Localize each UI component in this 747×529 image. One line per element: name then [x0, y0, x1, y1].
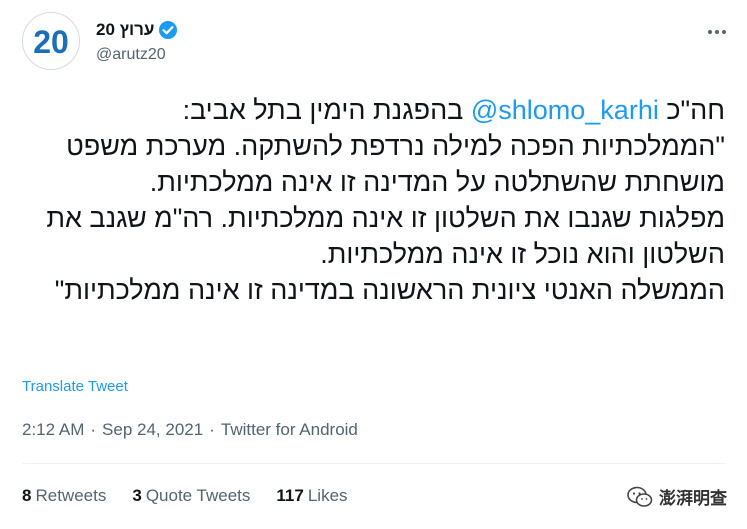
wechat-icon [627, 486, 653, 507]
watermark-text: 澎湃明查 [659, 489, 727, 508]
meta-separator: · [90, 420, 97, 439]
tweet-meta: 2:12 AM · Sep 24, 2021 · Twitter for And… [22, 420, 358, 440]
avatar[interactable]: 20 [22, 12, 80, 70]
display-name-row[interactable]: ערוץ 20 [96, 18, 178, 42]
avatar-text: 20 [33, 24, 69, 60]
tweet-line1-prefix: חה"כ [658, 95, 725, 125]
retweets-label: Retweets [35, 486, 107, 505]
likes-label: Likes [307, 486, 348, 505]
likes-stat[interactable]: 117 Likes [276, 486, 347, 506]
verified-badge-icon [159, 21, 178, 39]
tweet-line1-suffix: בהפגנת הימין בתל אביב: [182, 95, 471, 125]
quote-tweets-stat[interactable]: 3 Quote Tweets [132, 486, 250, 506]
quotes-label: Quote Tweets [145, 486, 251, 505]
retweets-stat[interactable]: 8 Retweets [22, 486, 106, 506]
tweet-time[interactable]: 2:12 AM [22, 420, 84, 440]
likes-count: 117 [276, 486, 304, 505]
divider [22, 463, 725, 464]
more-options-icon[interactable] [705, 20, 729, 44]
arutz20-logo-icon: 20 [33, 24, 69, 60]
mention-link[interactable]: @shlomo_karhi [471, 95, 659, 125]
tweet-source[interactable]: Twitter for Android [221, 420, 358, 440]
tweet-text: חה"כ @shlomo_karhi בהפגנת הימין בתל אביב… [22, 92, 725, 308]
tweet-header: 20 ערוץ 20 @arutz20 [22, 12, 729, 72]
tweet-date[interactable]: Sep 24, 2021 [102, 420, 203, 440]
translate-tweet-link[interactable]: Translate Tweet [22, 378, 128, 395]
tweet-stats: 8 Retweets 3 Quote Tweets 117 Likes [22, 486, 348, 506]
display-name[interactable]: ערוץ 20 [96, 20, 154, 40]
retweets-count: 8 [22, 486, 32, 505]
watermark: 澎湃明查 [627, 484, 727, 509]
quotes-count: 3 [132, 486, 142, 505]
tweet-quote: "הממלכתיות הפכה למילה נרדפת להשתקה. מערכ… [46, 131, 725, 305]
meta-separator: · [209, 420, 215, 439]
user-handle[interactable]: @arutz20 [96, 46, 178, 64]
author-names: ערוץ 20 @arutz20 [96, 18, 178, 64]
